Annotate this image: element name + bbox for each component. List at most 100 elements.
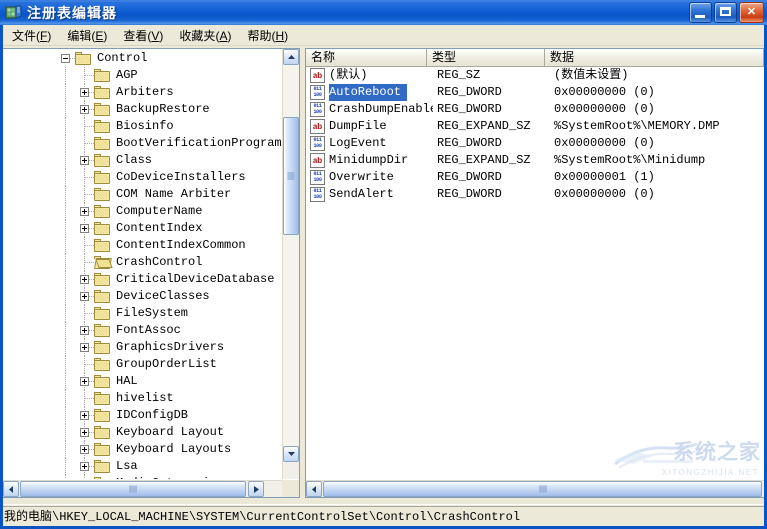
- tree-collapse-icon[interactable]: [61, 54, 70, 63]
- column-header-type[interactable]: 类型: [427, 49, 545, 67]
- tree-node-bootverificationprogram[interactable]: BootVerificationProgram: [3, 135, 282, 152]
- tree-node-control[interactable]: Control: [3, 50, 282, 67]
- value-row[interactable]: 011100SendAlertREG_DWORD0x00000000 (0): [306, 186, 764, 203]
- tree-guide-line: [85, 75, 94, 76]
- tree-node-contentindex[interactable]: ContentIndex: [3, 220, 282, 237]
- tree-node-codeviceinstallers[interactable]: CoDeviceInstallers: [3, 169, 282, 186]
- menu-item-label: 查看: [123, 29, 147, 43]
- tree-guide-line: [65, 441, 66, 458]
- tree-node-computername[interactable]: ComputerName: [3, 203, 282, 220]
- tree-node-biosinfo[interactable]: Biosinfo: [3, 118, 282, 135]
- tree-node-keyboard-layout[interactable]: Keyboard Layout: [3, 424, 282, 441]
- menu-item-v[interactable]: 查看(V): [115, 25, 171, 46]
- tree-node-deviceclasses[interactable]: DeviceClasses: [3, 288, 282, 305]
- tree-node-backuprestore[interactable]: BackupRestore: [3, 101, 282, 118]
- tree-node-filesystem[interactable]: FileSystem: [3, 305, 282, 322]
- tree-guide-line: [65, 186, 66, 203]
- string-value-icon: ab: [310, 119, 326, 134]
- tree-node-keyboard-layouts[interactable]: Keyboard Layouts: [3, 441, 282, 458]
- dword-value-icon: 011100: [310, 102, 326, 117]
- tree-node-hal[interactable]: HAL: [3, 373, 282, 390]
- list-scroll-left-button[interactable]: [306, 481, 322, 497]
- tree-expand-icon[interactable]: [80, 377, 89, 386]
- tree-node-mediacategories[interactable]: MediaCategories: [3, 475, 282, 479]
- tree-node-crashcontrol[interactable]: CrashControl: [3, 254, 282, 271]
- tree-expand-icon[interactable]: [80, 292, 89, 301]
- tree-vertical-scrollbar[interactable]: [282, 49, 299, 479]
- value-row[interactable]: abMinidumpDirREG_EXPAND_SZ%SystemRoot%\M…: [306, 152, 764, 169]
- close-button[interactable]: ✕: [739, 2, 764, 23]
- tree-viewport[interactable]: ControlAGPArbitersBackupRestoreBiosinfoB…: [3, 49, 282, 479]
- tree-node-idconfigdb[interactable]: IDConfigDB: [3, 407, 282, 424]
- column-header-name[interactable]: 名称: [306, 49, 427, 67]
- tree-guide-line: [85, 143, 94, 144]
- value-row[interactable]: abDumpFileREG_EXPAND_SZ%SystemRoot%\MEMO…: [306, 118, 764, 135]
- menu-item-f[interactable]: 文件(F): [4, 25, 59, 46]
- tree-expand-icon[interactable]: [80, 445, 89, 454]
- minimize-button[interactable]: [689, 2, 712, 23]
- tree-horizontal-scrollbar[interactable]: [3, 480, 282, 497]
- listview-body[interactable]: ab(默认)REG_SZ(数值未设置)011100AutoRebootREG_D…: [306, 67, 764, 479]
- string-value-icon: ab: [310, 68, 326, 83]
- tree-node-label: Keyboard Layouts: [113, 441, 231, 458]
- tree-node-hivelist[interactable]: hivelist: [3, 390, 282, 407]
- tree-node-lsa[interactable]: Lsa: [3, 458, 282, 475]
- menu-item-h[interactable]: 帮助(H): [239, 25, 296, 46]
- tree-expand-icon[interactable]: [80, 326, 89, 335]
- menu-item-a[interactable]: 收藏夹(A): [171, 25, 239, 46]
- tree-guide-line: [85, 177, 94, 178]
- tree-node-graphicsdrivers[interactable]: GraphicsDrivers: [3, 339, 282, 356]
- maximize-button[interactable]: [714, 2, 737, 23]
- tree-guide-line: [65, 254, 66, 271]
- tree-node-label: BootVerificationProgram: [113, 135, 282, 152]
- tree-expand-icon[interactable]: [80, 88, 89, 97]
- tree-node-label: CoDeviceInstallers: [113, 169, 246, 186]
- tree-node-class[interactable]: Class: [3, 152, 282, 169]
- tree-guide-line: [65, 67, 66, 84]
- value-type: REG_DWORD: [433, 186, 550, 203]
- menu-item-mnemonic: (E): [91, 29, 107, 43]
- value-row[interactable]: 011100CrashDumpEnabledREG_DWORD0x0000000…: [306, 101, 764, 118]
- value-name: LogEvent: [329, 135, 433, 152]
- tree-expand-icon[interactable]: [80, 462, 89, 471]
- tree-expand-icon[interactable]: [80, 411, 89, 420]
- tree-guide-line: [65, 339, 66, 356]
- tree-node-com-name-arbiter[interactable]: COM Name Arbiter: [3, 186, 282, 203]
- tree-guide-line: [65, 101, 66, 118]
- tree-expand-icon[interactable]: [80, 275, 89, 284]
- tree-expand-icon[interactable]: [80, 428, 89, 437]
- tree-scroll-right-button[interactable]: [248, 481, 264, 497]
- tree-expand-icon[interactable]: [80, 224, 89, 233]
- tree-node-arbiters[interactable]: Arbiters: [3, 84, 282, 101]
- list-horizontal-scrollbar[interactable]: [306, 480, 764, 497]
- value-row[interactable]: 011100OverwriteREG_DWORD0x00000001 (1): [306, 169, 764, 186]
- client-area: ControlAGPArbitersBackupRestoreBiosinfoB…: [0, 46, 767, 504]
- tree-scroll-up-button[interactable]: [283, 49, 299, 65]
- tree-node-fontassoc[interactable]: FontAssoc: [3, 322, 282, 339]
- tree-scroll-corner: [282, 480, 299, 497]
- tree-scroll-left-button[interactable]: [3, 481, 19, 497]
- value-data: 0x00000000 (0): [550, 101, 760, 118]
- tree-guide-line: [65, 305, 66, 322]
- tree-node-contentindexcommon[interactable]: ContentIndexCommon: [3, 237, 282, 254]
- list-hscroll-thumb[interactable]: [323, 481, 762, 497]
- tree-node-criticaldevicedatabase[interactable]: CriticalDeviceDatabase: [3, 271, 282, 288]
- value-row[interactable]: ab(默认)REG_SZ(数值未设置): [306, 67, 764, 84]
- tree-expand-icon[interactable]: [80, 207, 89, 216]
- title-bar[interactable]: 注册表编辑器 ✕: [0, 0, 767, 25]
- menu-bar: 文件(F)编辑(E)查看(V)收藏夹(A)帮助(H): [0, 25, 767, 46]
- tree-expand-icon[interactable]: [80, 343, 89, 352]
- tree-expand-icon[interactable]: [80, 105, 89, 114]
- tree-guide-line: [65, 84, 66, 101]
- value-row[interactable]: 011100LogEventREG_DWORD0x00000000 (0): [306, 135, 764, 152]
- tree-scroll-down-button[interactable]: [283, 446, 299, 462]
- tree-hscroll-thumb[interactable]: [20, 481, 246, 497]
- tree-node-grouporderlist[interactable]: GroupOrderList: [3, 356, 282, 373]
- column-header-label: 名称: [311, 50, 335, 64]
- column-header-data[interactable]: 数据: [545, 49, 764, 67]
- tree-expand-icon[interactable]: [80, 156, 89, 165]
- menu-item-e[interactable]: 编辑(E): [59, 25, 115, 46]
- value-row[interactable]: 011100AutoRebootREG_DWORD0x00000000 (0): [306, 84, 764, 101]
- tree-vscroll-thumb[interactable]: [283, 117, 299, 235]
- tree-node-agp[interactable]: AGP: [3, 67, 282, 84]
